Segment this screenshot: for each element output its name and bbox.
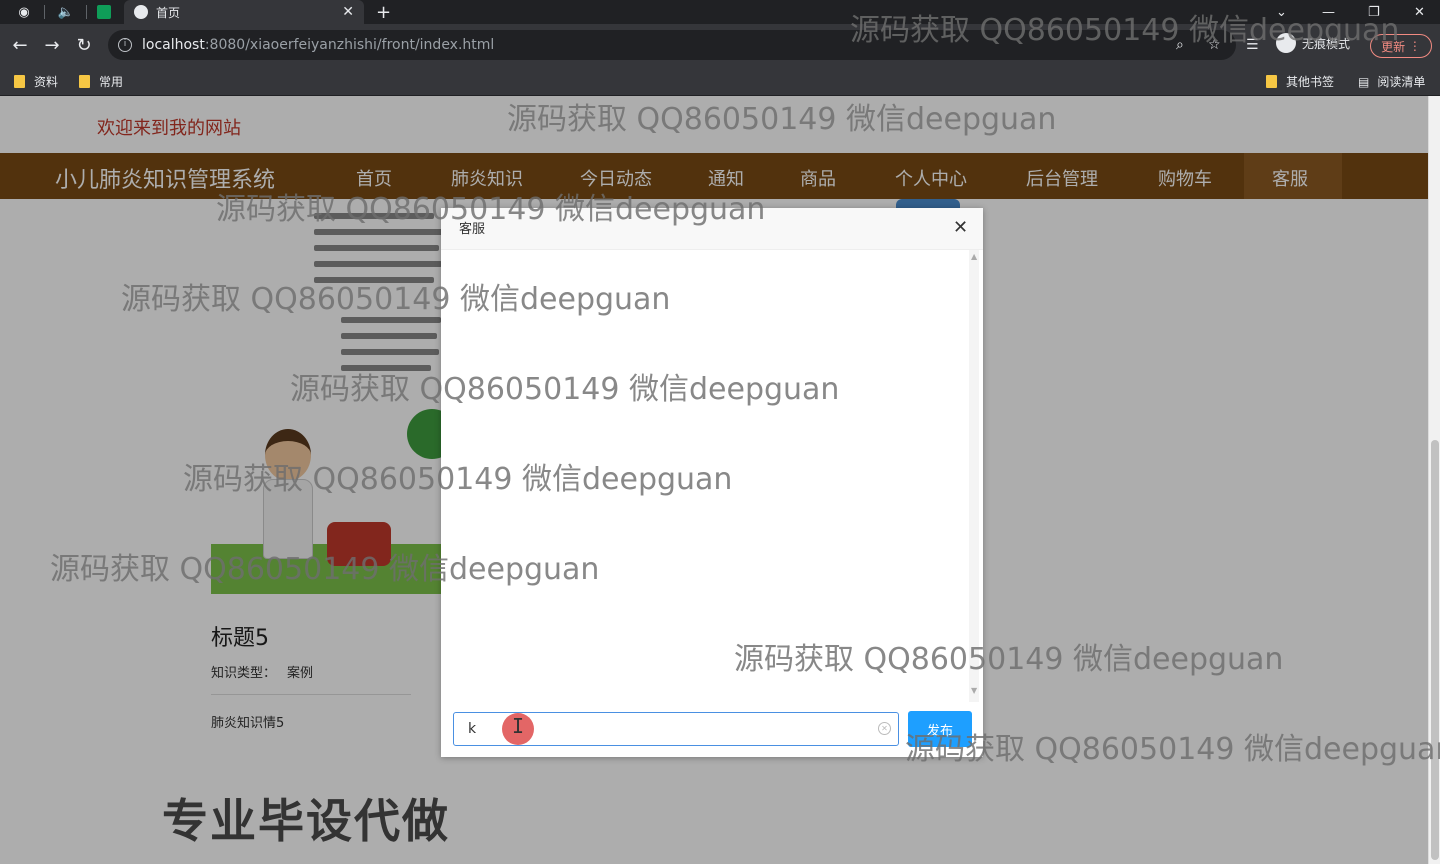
bookmark-folder-ziliao[interactable]: 资料 — [14, 73, 58, 90]
close-icon[interactable]: ✕ — [953, 217, 968, 238]
watermark-text: 源码获取 QQ86050149 微信deepguan — [507, 102, 1057, 137]
site-info-icon[interactable]: i — [118, 38, 132, 52]
window-close-icon[interactable]: ✕ — [1414, 0, 1425, 24]
page-scroll-thumb[interactable] — [1431, 440, 1439, 860]
watermark-text: 源码获取 QQ86050149 微信deepguan — [905, 732, 1440, 767]
bookmarks-bar: 资料 常用 其他书签 ▤ 阅读清单 — [0, 66, 1440, 96]
watermark-text: 源码获取 QQ86050149 微信deepguan — [290, 372, 840, 407]
bookmark-folder-changyong[interactable]: 常用 — [79, 73, 123, 90]
reload-icon[interactable]: ↻ — [72, 33, 96, 57]
bookmark-label: 常用 — [99, 75, 124, 89]
close-tab-icon[interactable]: ✕ — [342, 4, 354, 20]
tab-divider — [44, 5, 45, 19]
watermark-text: 源码获取 QQ86050149 微信deepguan — [734, 642, 1284, 677]
watermark-text: 源码获取 QQ86050149 微信deepguan — [50, 552, 600, 587]
reading-list[interactable]: ▤ 阅读清单 — [1358, 73, 1425, 90]
tab-title: 首页 — [156, 5, 181, 20]
watermark-text: 源码获取 QQ86050149 微信deepguan — [121, 282, 671, 317]
reading-list-label: 阅读清单 — [1377, 75, 1426, 89]
url-path: :8080/xiaoerfeiyanzhishi/front/index.htm… — [204, 37, 495, 53]
reading-list-icon: ▤ — [1358, 74, 1370, 89]
folder-icon — [14, 75, 25, 88]
globe-icon[interactable]: ◉ — [6, 0, 42, 24]
active-tab[interactable]: 首页 ✕ — [124, 0, 364, 24]
new-tab-button[interactable]: + — [376, 0, 391, 24]
scroll-down-arrow-icon[interactable]: ▼ — [971, 686, 977, 695]
other-bookmarks-label: 其他书签 — [1286, 75, 1335, 89]
forward-icon[interactable]: → — [40, 33, 64, 57]
sheet-icon[interactable] — [86, 0, 122, 24]
watermark-text: 源码获取 QQ86050149 微信deepguan — [183, 462, 733, 497]
back-icon[interactable]: ← — [8, 33, 32, 57]
bookmark-label: 资料 — [34, 75, 59, 89]
speaker-icon[interactable]: 🔈 — [48, 0, 84, 24]
clear-input-icon[interactable]: ✕ — [878, 722, 891, 735]
folder-icon — [1266, 75, 1277, 88]
watermark-text: 源码获取 QQ86050149 微信deepguan — [850, 13, 1400, 48]
globe-icon — [134, 5, 148, 19]
video-caption: 专业毕设代做 — [162, 794, 450, 848]
folder-icon — [79, 75, 90, 88]
text-cursor-icon: I — [512, 714, 525, 738]
url-host: localhost — [142, 37, 205, 53]
watermark-text: 源码获取 QQ86050149 微信deepguan — [216, 192, 766, 227]
scroll-up-arrow-icon[interactable]: ▲ — [971, 252, 977, 261]
other-bookmarks[interactable]: 其他书签 — [1266, 73, 1334, 90]
